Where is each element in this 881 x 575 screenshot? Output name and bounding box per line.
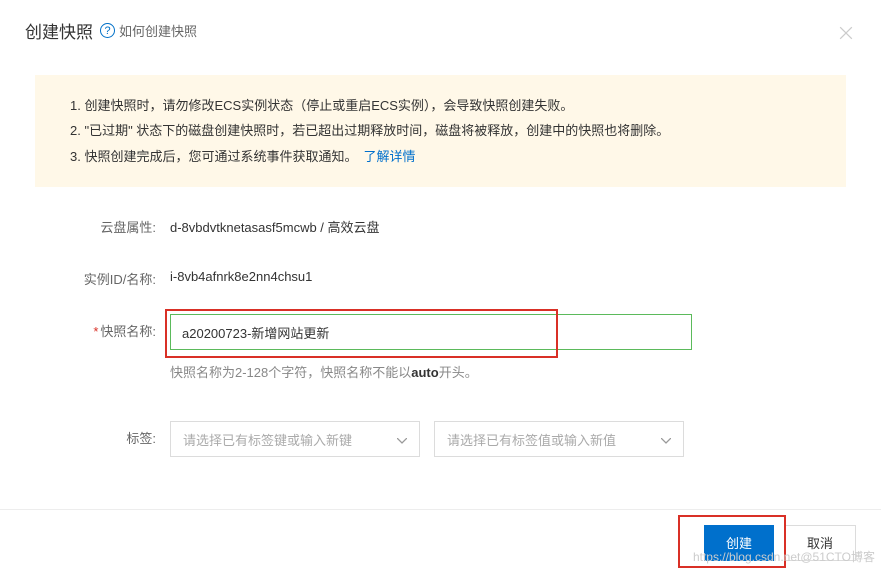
info-item: 创建快照时，请勿修改ECS实例状态（停止或重启ECS实例），会导致快照创建失败。 [70, 93, 824, 118]
close-icon[interactable] [836, 23, 856, 46]
info-box: 创建快照时，请勿修改ECS实例状态（停止或重启ECS实例），会导致快照创建失败。… [35, 75, 846, 187]
info-item: 快照创建完成后，您可通过系统事件获取通知。了解详情 [70, 144, 824, 169]
instance-label: 实例ID/名称: [35, 262, 170, 288]
watermark: https://blog.csdn.net@51CTO博客 [693, 548, 875, 565]
chevron-down-icon [397, 432, 407, 447]
form-section: 云盘属性: d-8vbdvtknetasasf5mcwb / 高效云盘 实例ID… [0, 202, 881, 457]
snapshot-name-label: *快照名称: [35, 314, 170, 340]
tag-label: 标签: [35, 421, 170, 447]
help-link[interactable]: 如何创建快照 [119, 21, 197, 40]
tag-row: 标签: 请选择已有标签键或输入新键 请选择已有标签值或输入新值 [35, 421, 846, 457]
snapshot-name-row: *快照名称: 快照名称为2-128个字符，快照名称不能以auto开头。 [35, 314, 846, 381]
disk-value: d-8vbdvtknetasasf5mcwb / 高效云盘 [170, 210, 846, 236]
help-icon[interactable]: ? [100, 23, 115, 38]
tag-value-select[interactable]: 请选择已有标签值或输入新值 [434, 421, 684, 457]
disk-row: 云盘属性: d-8vbdvtknetasasf5mcwb / 高效云盘 [35, 210, 846, 236]
dialog-header: 创建快照 ? 如何创建快照 [0, 0, 881, 57]
tag-key-placeholder: 请选择已有标签键或输入新键 [183, 430, 352, 449]
learn-more-link[interactable]: 了解详情 [363, 149, 415, 164]
tag-key-select[interactable]: 请选择已有标签键或输入新键 [170, 421, 420, 457]
required-mark: * [93, 324, 98, 339]
dialog-title: 创建快照 [25, 18, 93, 43]
dialog-footer: 创建 取消 [0, 509, 881, 575]
snapshot-name-input[interactable] [170, 314, 692, 350]
chevron-down-icon [661, 432, 671, 447]
snapshot-name-hint: 快照名称为2-128个字符，快照名称不能以auto开头。 [170, 362, 846, 381]
tag-value-placeholder: 请选择已有标签值或输入新值 [447, 430, 616, 449]
instance-value: i-8vb4afnrk8e2nn4chsu1 [170, 262, 846, 284]
disk-label: 云盘属性: [35, 210, 170, 236]
instance-row: 实例ID/名称: i-8vb4afnrk8e2nn4chsu1 [35, 262, 846, 288]
info-item: "已过期" 状态下的磁盘创建快照时，若已超出过期释放时间，磁盘将被释放，创建中的… [70, 118, 824, 143]
